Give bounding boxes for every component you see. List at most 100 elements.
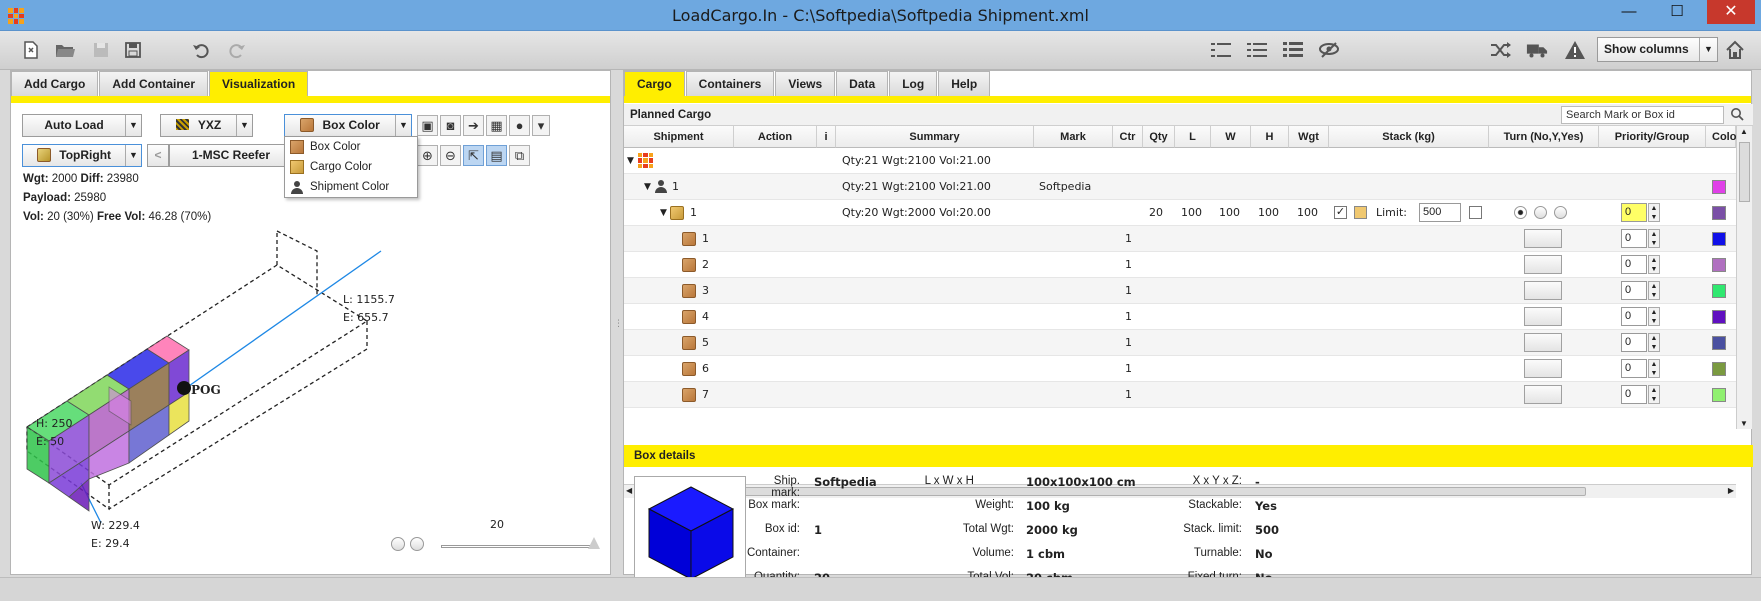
scroll-thumb[interactable] xyxy=(1739,142,1750,202)
show-columns-button[interactable]: Show columns ▼ xyxy=(1597,37,1718,62)
priority-input[interactable]: 0 xyxy=(1621,359,1647,378)
box-color-swatch[interactable] xyxy=(1712,336,1726,350)
col-turn[interactable]: Turn (No,Y,Yes) xyxy=(1489,126,1599,148)
priority-input[interactable]: 0 xyxy=(1621,333,1647,352)
container-selector[interactable]: 1-MSC Reefer xyxy=(169,144,297,167)
list-icon[interactable] xyxy=(1246,39,1268,61)
expand-list-icon[interactable] xyxy=(1282,39,1304,61)
menu-item-box-color[interactable]: Box Color xyxy=(285,137,417,157)
table-row[interactable]: 2 1 0 ▲ ▼ xyxy=(624,252,1736,278)
select-tool-icon[interactable]: ⇱ xyxy=(463,145,484,166)
turn-button[interactable] xyxy=(1524,255,1562,274)
axis-order-button[interactable]: YXZ ▼ xyxy=(160,114,253,137)
turn-radio-y[interactable] xyxy=(1534,206,1547,219)
minimize-button[interactable]: — xyxy=(1609,0,1649,24)
chevron-down-icon[interactable]: ▼ xyxy=(395,115,411,136)
col-summary[interactable]: Summary xyxy=(836,126,1034,148)
turn-button[interactable] xyxy=(1524,307,1562,326)
undo-icon[interactable] xyxy=(190,39,212,61)
search-icon[interactable] xyxy=(1728,107,1746,123)
close-button[interactable]: ✕ xyxy=(1707,0,1755,24)
zoom-in-icon[interactable]: ⊕ xyxy=(417,145,438,166)
col-color[interactable]: Colo xyxy=(1706,126,1736,148)
image-icon[interactable]: ▣ xyxy=(417,115,438,136)
save-as-icon[interactable] xyxy=(122,39,144,61)
col-shipment[interactable]: Shipment xyxy=(624,126,734,148)
box-color-swatch[interactable] xyxy=(1712,284,1726,298)
table-row[interactable]: 5 1 0 ▲ ▼ xyxy=(624,330,1736,356)
container-3d-view[interactable] xyxy=(11,221,610,541)
scroll-up-icon[interactable]: ▲ xyxy=(1740,127,1748,136)
color-mode-button[interactable]: Box Color ▼ xyxy=(284,114,412,137)
tab-visualization[interactable]: Visualization xyxy=(209,71,309,96)
table-row-shipment[interactable]: ▼ 1 Qty:21 Wgt:2100 Vol:21.00 Softpedia xyxy=(624,174,1736,200)
col-action[interactable]: Action xyxy=(734,126,817,148)
turn-button[interactable] xyxy=(1524,333,1562,352)
view-preset-button[interactable]: TopRight ▼ xyxy=(22,144,142,167)
priority-input[interactable]: 0 xyxy=(1621,307,1647,326)
priority-input[interactable]: 0 xyxy=(1621,203,1647,222)
redo-icon[interactable] xyxy=(226,39,248,61)
home-icon[interactable] xyxy=(1724,39,1746,61)
priority-stepper[interactable]: ▲ ▼ xyxy=(1648,385,1660,404)
shipment-color-swatch[interactable] xyxy=(1712,180,1726,194)
priority-input[interactable]: 0 xyxy=(1621,281,1647,300)
shuffle-icon[interactable] xyxy=(1490,39,1512,61)
turn-button[interactable] xyxy=(1524,281,1562,300)
table-row-root[interactable]: ▼ Qty:21 Wgt:2100 Vol:21.00 xyxy=(624,148,1736,174)
stack-extra-checkbox[interactable] xyxy=(1469,206,1482,219)
warning-icon[interactable] xyxy=(1564,39,1586,61)
box-color-swatch[interactable] xyxy=(1712,362,1726,376)
tab-containers[interactable]: Containers xyxy=(685,71,775,96)
table-row[interactable]: 3 1 0 ▲ ▼ xyxy=(624,278,1736,304)
col-wgt[interactable]: Wgt xyxy=(1289,126,1329,148)
col-qty[interactable]: Qty xyxy=(1143,126,1175,148)
chevron-down-icon[interactable]: ▾ xyxy=(532,115,550,136)
priority-input[interactable]: 0 xyxy=(1621,255,1647,274)
col-w[interactable]: W xyxy=(1211,126,1251,148)
chevron-down-icon[interactable]: ▼ xyxy=(125,145,141,166)
scroll-right-icon[interactable]: ▶ xyxy=(1728,486,1734,495)
tab-help[interactable]: Help xyxy=(938,71,991,96)
scroll-down-icon[interactable]: ▼ xyxy=(1740,419,1748,428)
col-stack[interactable]: Stack (kg) xyxy=(1329,126,1489,148)
priority-stepper[interactable]: ▲ ▼ xyxy=(1648,281,1660,300)
slider-handle[interactable] xyxy=(588,537,600,549)
box-color-swatch[interactable] xyxy=(1712,388,1726,402)
view-radio-2[interactable] xyxy=(410,537,424,551)
col-l[interactable]: L xyxy=(1175,126,1211,148)
save-icon[interactable] xyxy=(90,39,112,61)
turn-radio-no[interactable] xyxy=(1514,206,1527,219)
box-color-swatch[interactable] xyxy=(1712,310,1726,324)
search-input[interactable]: Search Mark or Box id xyxy=(1561,106,1724,124)
camera-icon[interactable]: ◙ xyxy=(440,115,461,136)
tab-cargo[interactable]: Cargo xyxy=(624,71,685,96)
table-row[interactable]: 7 1 0 ▲ ▼ xyxy=(624,382,1736,408)
turn-button[interactable] xyxy=(1524,385,1562,404)
layer-slider[interactable] xyxy=(441,545,591,548)
cargo-color-swatch[interactable] xyxy=(1712,206,1726,220)
priority-stepper[interactable]: ▲ ▼ xyxy=(1648,255,1660,274)
priority-stepper[interactable]: ▲ ▼ xyxy=(1648,203,1660,222)
scroll-left-icon[interactable]: ◀ xyxy=(626,486,632,495)
expand-icon[interactable]: ▼ xyxy=(660,200,667,226)
priority-stepper[interactable]: ▲ ▼ xyxy=(1648,307,1660,326)
open-folder-icon[interactable] xyxy=(54,39,76,61)
expand-icon[interactable]: ▼ xyxy=(644,174,651,200)
turn-button[interactable] xyxy=(1524,359,1562,378)
table-row[interactable]: 1 1 0 ▲ ▼ xyxy=(624,226,1736,252)
col-info[interactable]: i xyxy=(817,126,836,148)
box-color-swatch[interactable] xyxy=(1712,258,1726,272)
tab-data[interactable]: Data xyxy=(836,71,889,96)
vertical-scrollbar[interactable]: ▲ ▼ xyxy=(1736,126,1752,429)
truck-icon[interactable] xyxy=(1526,39,1548,61)
expand-icon[interactable]: ▼ xyxy=(627,148,634,174)
col-priority[interactable]: Priority/Group xyxy=(1599,126,1706,148)
chevron-down-icon[interactable]: ▼ xyxy=(1699,38,1717,61)
calculator-icon[interactable]: ▦ xyxy=(486,115,507,136)
panel-splitter[interactable]: ⋮ xyxy=(614,318,623,332)
view-radio-1[interactable] xyxy=(391,537,405,551)
col-h[interactable]: H xyxy=(1251,126,1289,148)
tab-log[interactable]: Log xyxy=(889,71,938,96)
priority-stepper[interactable]: ▲ ▼ xyxy=(1648,333,1660,352)
